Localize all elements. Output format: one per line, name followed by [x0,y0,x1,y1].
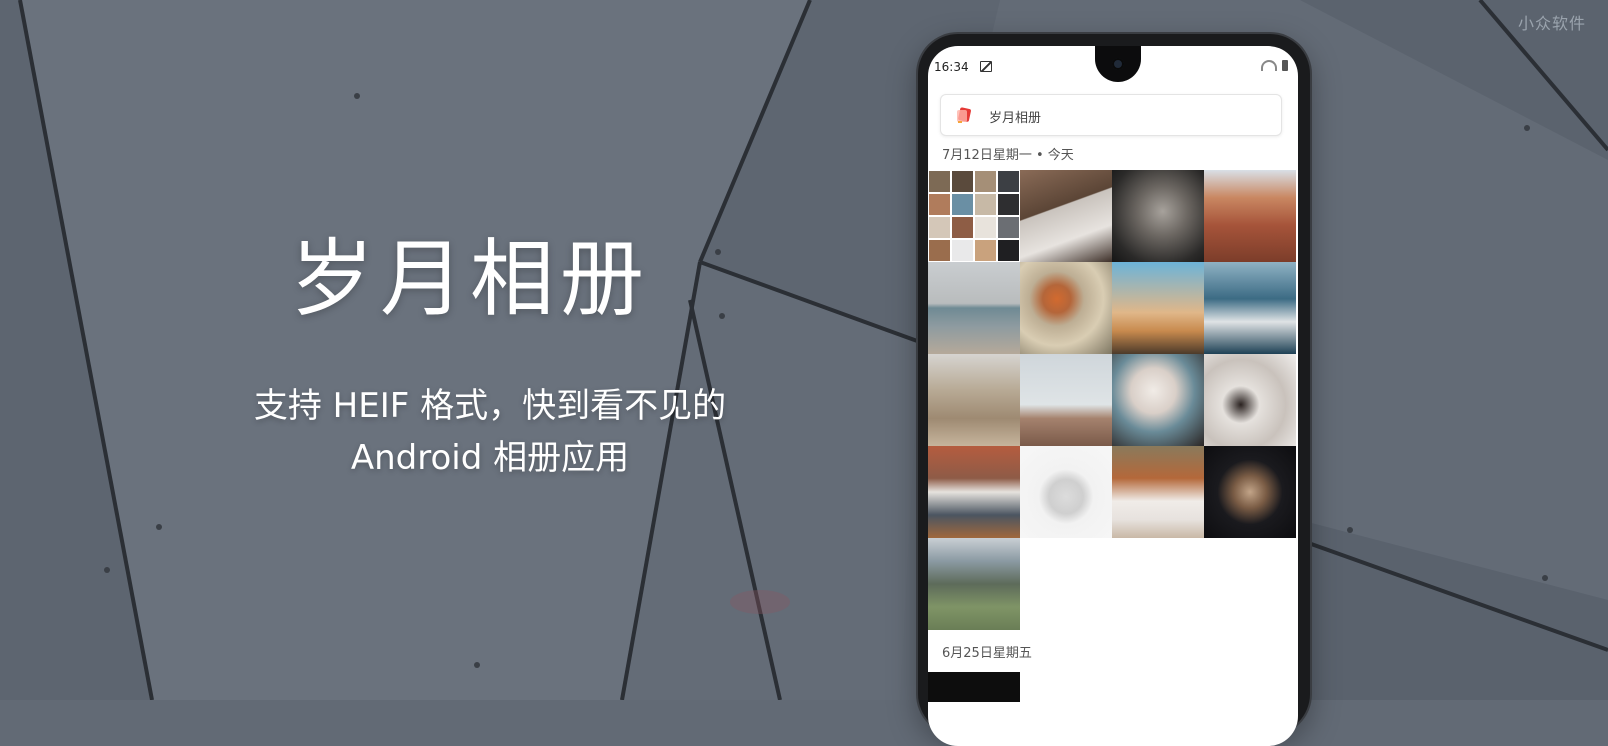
photo-thumbnail[interactable] [928,262,1020,354]
photo-thumbnail[interactable] [1112,170,1204,262]
status-time: 16:34 [934,60,969,74]
photo-thumbnail[interactable] [1112,262,1204,354]
hero-subtitle-line-1: 支持 HEIF 格式，快到看不见的 [253,386,727,426]
photo-thumbnail[interactable] [928,170,1020,262]
photo-thumbnail[interactable] [1020,170,1112,262]
photo-thumbnail[interactable] [928,446,1020,538]
photo-thumbnail[interactable] [1020,262,1112,354]
phone-screen: 16:34 岁月相册 7月12日星期一 • 今天 6月25日星期五 [928,46,1298,746]
front-camera-icon [1112,58,1124,70]
photo-thumbnail[interactable] [1204,170,1296,262]
photo-thumbnail[interactable] [1204,354,1296,446]
hero-subtitle-line-2: Android 相册应用 [350,438,630,478]
photo-grid [928,170,1298,630]
search-bar-label: 岁月相册 [989,111,1042,126]
watermark-text: 小众软件 [1517,14,1586,33]
photo-thumbnail[interactable] [1020,446,1112,538]
photo-thumbnail[interactable] [928,354,1020,446]
photo-thumbnail[interactable] [1112,354,1204,446]
date-header-previous: 6月25日星期五 [942,646,1032,661]
status-icons [1261,60,1288,71]
battery-icon [1282,60,1288,71]
photo-album-icon [957,107,971,123]
photo-thumbnail[interactable] [1112,446,1204,538]
hero-subtitle: 支持 HEIF 格式，快到看不见的 Android 相册应用 [150,380,830,484]
photo-thumbnail[interactable] [1204,446,1296,538]
photo-thumbnail[interactable] [1204,262,1296,354]
background-panels [0,0,1608,700]
phone-frame: 16:34 岁月相册 7月12日星期一 • 今天 6月25日星期五 [918,34,1310,746]
collage-thumbnail [928,170,1020,262]
photo-thumbnail[interactable] [1020,354,1112,446]
camera-notch [1095,46,1141,82]
search-bar[interactable]: 岁月相册 [940,94,1282,136]
date-header-today: 7月12日星期一 • 今天 [942,148,1074,163]
wifi-icon [1261,60,1277,71]
photo-thumbnail[interactable] [928,538,1020,630]
hero-title: 岁月相册 [290,230,651,328]
image-notification-icon [980,61,992,72]
photo-thumbnail[interactable] [928,672,1020,702]
